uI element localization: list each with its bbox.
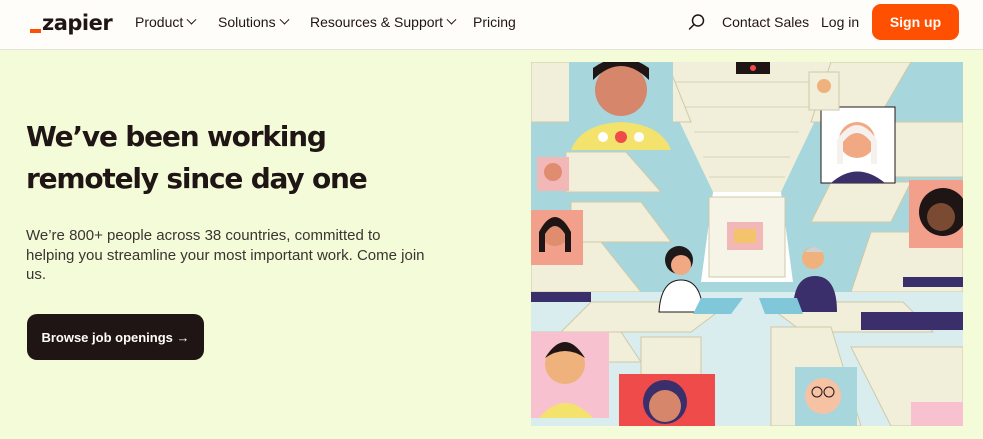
nav-product[interactable]: Product	[135, 12, 197, 32]
video-tile-top-right-small	[808, 71, 840, 111]
nav-solutions-label: Solutions	[218, 14, 276, 30]
nav-solutions[interactable]: Solutions	[218, 12, 290, 32]
signup-button[interactable]: Sign up	[872, 4, 959, 40]
browse-jobs-button[interactable]: Browse job openings →	[27, 314, 204, 360]
remote-office-illustration	[531, 62, 963, 426]
video-tile-top-right	[820, 106, 896, 184]
nav-pricing[interactable]: Pricing	[473, 12, 516, 32]
hero-description: We’re 800+ people across 38 countries, c…	[26, 227, 425, 283]
video-tile-bottom-left	[531, 332, 609, 418]
video-tile-top-left	[569, 62, 673, 150]
hero-title: We’ve been working remotely since day on…	[26, 120, 368, 195]
zapier-logo[interactable]: zapier	[30, 10, 113, 36]
video-tile-top-center	[736, 62, 770, 74]
video-tile-small	[537, 157, 569, 191]
search-icon[interactable]	[688, 13, 706, 31]
site-header: zapier Product Solutions Resources & Sup…	[0, 0, 983, 50]
chevron-down-icon	[279, 14, 290, 25]
video-tile-corner	[911, 402, 963, 426]
video-tile-mid-right	[909, 180, 963, 248]
nav-resources-support[interactable]: Resources & Support	[310, 12, 457, 32]
logo-underscore	[30, 29, 41, 33]
chevron-down-icon	[446, 14, 457, 25]
contact-sales-link[interactable]: Contact Sales	[722, 12, 809, 32]
logo-text: zapier	[42, 11, 113, 35]
login-link[interactable]: Log in	[821, 12, 859, 32]
nav-product-label: Product	[135, 14, 184, 30]
video-tile-bottom-center	[619, 374, 715, 426]
video-tile-mid-left	[531, 210, 583, 265]
chevron-down-icon	[186, 14, 197, 25]
nav-resources-label: Resources & Support	[310, 14, 444, 30]
nav-pricing-label: Pricing	[473, 14, 516, 30]
video-tile-bottom-right	[795, 367, 857, 426]
illustration-svg	[531, 62, 963, 426]
